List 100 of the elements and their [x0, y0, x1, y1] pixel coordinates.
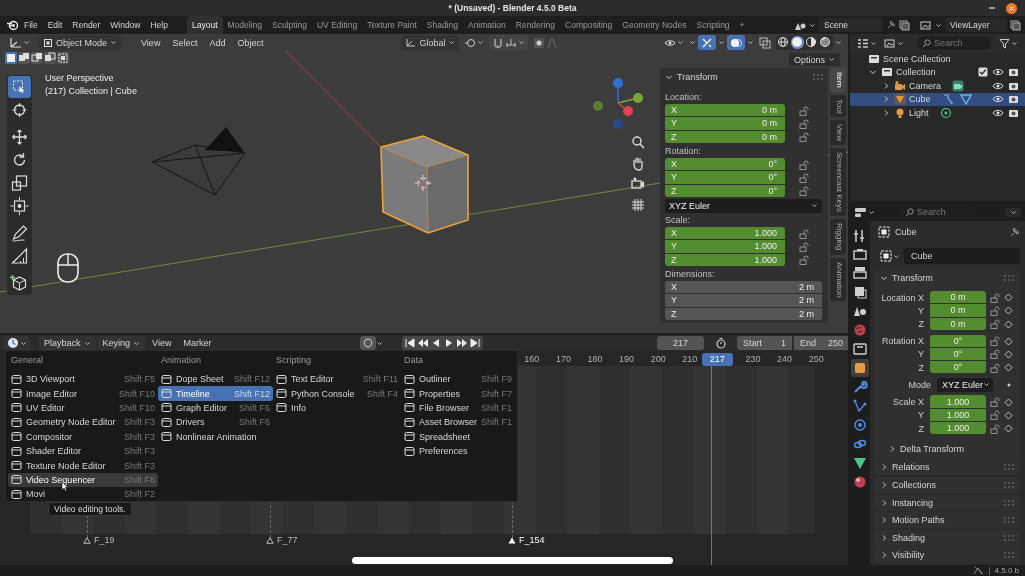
- menu-item[interactable]: Spreadsheet: [401, 429, 515, 444]
- search-field[interactable]: Search: [917, 36, 991, 50]
- chevron-right-icon[interactable]: [880, 463, 888, 472]
- outliner-row[interactable]: Camera: [850, 79, 1025, 93]
- item-name[interactable]: Collection: [896, 67, 936, 78]
- snap-dropdown[interactable]: [489, 35, 529, 50]
- padlock-icon[interactable]: [990, 306, 1000, 316]
- padlock-icon[interactable]: [990, 336, 1000, 347]
- number-field[interactable]: 0°: [930, 347, 986, 361]
- eye-icon[interactable]: [992, 94, 1004, 105]
- printer-icon[interactable]: [851, 264, 869, 282]
- menu-item[interactable]: Edit: [42, 20, 68, 30]
- padlock-icon[interactable]: [990, 410, 1000, 421]
- menu-item[interactable]: Nonlinear Animation: [158, 429, 273, 444]
- number-field[interactable]: Y 0 m: [665, 117, 785, 130]
- view-layer-dropdown[interactable]: [882, 36, 906, 50]
- grip-icon[interactable]: [1004, 482, 1014, 489]
- item-name[interactable]: Camera: [909, 80, 941, 91]
- chevron-right-icon[interactable]: [882, 81, 890, 90]
- camera-icon[interactable]: [1008, 94, 1019, 105]
- padlock-icon[interactable]: [990, 397, 1000, 408]
- number-field[interactable]: Z 2 m: [665, 307, 822, 320]
- chevron-right-icon[interactable]: [882, 108, 890, 117]
- padlock-icon[interactable]: [990, 362, 1000, 373]
- padlock-icon[interactable]: [990, 349, 1000, 360]
- number-field[interactable]: 1.000: [930, 422, 986, 435]
- menu-item[interactable]: Window: [105, 20, 146, 30]
- menu-item[interactable]: Movi Shift F2: [8, 487, 158, 502]
- menu-item[interactable]: Dope Sheet Shift F12: [158, 372, 273, 387]
- panel-title[interactable]: Transform: [677, 72, 718, 82]
- add-workspace-button[interactable]: +: [734, 16, 750, 34]
- number-field[interactable]: 1.000: [930, 395, 986, 408]
- xray-toggle[interactable]: [756, 35, 774, 50]
- extend-select-mode-icon[interactable]: [18, 52, 30, 64]
- zoom-icon[interactable]: [630, 134, 646, 150]
- padlock-icon[interactable]: [799, 228, 809, 239]
- sidebar-tab[interactable]: Item: [830, 68, 846, 92]
- chevron-down-icon[interactable]: [665, 73, 673, 81]
- outliner-row[interactable]: Scene Collection: [850, 52, 1025, 66]
- mode-dropdown[interactable]: XYZ Euler: [937, 377, 993, 392]
- particles-icon[interactable]: [851, 397, 869, 415]
- orientation-dropdown[interactable]: Global: [401, 35, 460, 50]
- checkbox[interactable]: [978, 67, 988, 78]
- workspace-tab[interactable]: Geometry Nodes: [617, 16, 692, 34]
- padlock-icon[interactable]: [799, 159, 809, 170]
- number-field[interactable]: 0°: [930, 361, 986, 374]
- workspace-tab[interactable]: Compositing: [560, 16, 618, 34]
- menu-item[interactable]: Add: [203, 37, 232, 48]
- camera-icon[interactable]: [630, 176, 646, 192]
- menu-item[interactable]: Help: [145, 20, 173, 30]
- eye-icon[interactable]: [992, 80, 1004, 91]
- chevron-right-icon[interactable]: [882, 95, 890, 104]
- panel-header[interactable]: Shading: [874, 529, 1020, 546]
- grip-icon[interactable]: [1004, 534, 1014, 541]
- data-block-dropdown[interactable]: [878, 249, 902, 263]
- menu-item[interactable]: View: [147, 336, 177, 350]
- padlock-icon[interactable]: [799, 186, 809, 197]
- chevron-right-icon[interactable]: [880, 533, 888, 542]
- outliner-row[interactable]: Collection: [850, 65, 1025, 79]
- number-field[interactable]: Z 0 m: [665, 130, 785, 143]
- camera-icon[interactable]: [1008, 80, 1019, 91]
- workspace-tab[interactable]: Sculpting: [267, 16, 312, 34]
- number-field[interactable]: 0 m: [930, 317, 986, 330]
- marker-triangle-icon[interactable]: [266, 536, 274, 544]
- panel-header[interactable]: Relations: [874, 459, 1020, 476]
- current-frame-field[interactable]: 217: [657, 336, 704, 350]
- number-field[interactable]: 0 m: [930, 291, 986, 304]
- sidebar-tab[interactable]: Animation: [830, 257, 846, 302]
- padlock-icon[interactable]: [990, 292, 1000, 303]
- menu-item[interactable]: Shader Editor Shift F3: [8, 443, 158, 459]
- pin-icon[interactable]: [886, 20, 896, 30]
- options-dropdown[interactable]: Options: [788, 53, 840, 66]
- chevron-right-icon[interactable]: [880, 498, 888, 507]
- number-field[interactable]: 0 m: [930, 304, 986, 317]
- close-icon[interactable]: [1006, 2, 1017, 14]
- menu-item[interactable]: Info: [273, 400, 401, 416]
- chevron-down-icon[interactable]: [869, 68, 877, 77]
- mode-dropdown[interactable]: Object Mode: [39, 35, 122, 50]
- subtract-select-mode-icon[interactable]: [31, 52, 43, 64]
- app-logo-icon[interactable]: [6, 19, 19, 31]
- editor-type-button[interactable]: [4, 336, 30, 350]
- chevron-right-icon[interactable]: [880, 516, 888, 525]
- number-field[interactable]: X 0 m: [665, 104, 785, 117]
- number-field[interactable]: 0°: [930, 334, 986, 347]
- eye-icon[interactable]: [992, 107, 1004, 118]
- options-dropdown[interactable]: [1005, 207, 1021, 217]
- panel-header[interactable]: Collections: [874, 477, 1020, 494]
- workspace-tab[interactable]: Rendering: [510, 16, 560, 34]
- current-frame-indicator[interactable]: 217: [701, 352, 734, 366]
- grid-icon[interactable]: [630, 197, 646, 213]
- menu-item[interactable]: File Browser Shift F1: [401, 400, 515, 416]
- number-field[interactable]: Y 1.000: [665, 240, 785, 253]
- view-layer-field[interactable]: ViewLayer: [945, 18, 1007, 32]
- transform-icon[interactable]: [8, 195, 31, 217]
- padlock-icon[interactable]: [799, 119, 809, 129]
- end-frame-field[interactable]: End 250: [794, 336, 848, 350]
- grip-icon[interactable]: [813, 74, 823, 80]
- start-frame-field[interactable]: Start 1: [737, 336, 792, 350]
- eye-icon[interactable]: [992, 67, 1004, 78]
- panel-header[interactable]: Visibility: [874, 547, 1020, 564]
